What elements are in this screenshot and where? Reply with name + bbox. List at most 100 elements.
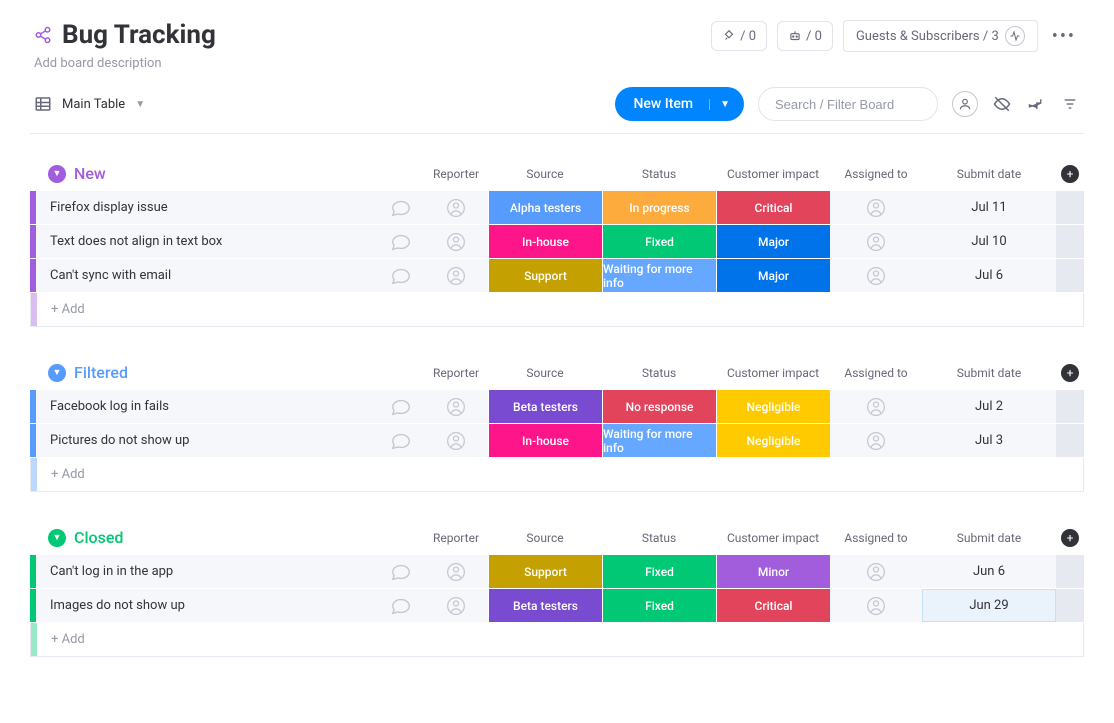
col-status[interactable]: Status: [602, 531, 716, 545]
status-cell[interactable]: Fixed: [602, 555, 716, 588]
impact-cell[interactable]: Major: [716, 225, 830, 258]
table-row[interactable]: Firefox display issue Alpha testers In p…: [30, 191, 1084, 225]
item-name[interactable]: Can't sync with email: [36, 259, 378, 292]
integration-pill-a[interactable]: / 0: [711, 21, 767, 51]
source-cell[interactable]: Beta testers: [488, 390, 602, 423]
item-name[interactable]: Firefox display issue: [36, 191, 378, 224]
status-cell[interactable]: Waiting for more info: [602, 424, 716, 457]
assigned-cell[interactable]: [830, 390, 922, 423]
table-row[interactable]: Facebook log in fails Beta testers No re…: [30, 390, 1084, 424]
add-row-label[interactable]: + Add: [37, 458, 1083, 491]
chat-icon[interactable]: [378, 424, 424, 457]
col-reporter[interactable]: Reporter: [424, 531, 488, 545]
reporter-cell[interactable]: [424, 390, 488, 423]
assigned-cell[interactable]: [830, 424, 922, 457]
filter-icon[interactable]: [1060, 94, 1080, 114]
chat-icon[interactable]: [378, 390, 424, 423]
table-row[interactable]: Pictures do not show up In-house Waiting…: [30, 424, 1084, 458]
col-reporter[interactable]: Reporter: [424, 167, 488, 181]
group-toggle[interactable]: ▼ New: [48, 164, 106, 183]
source-cell[interactable]: In-house: [488, 424, 602, 457]
impact-cell[interactable]: Critical: [716, 191, 830, 224]
more-menu-button[interactable]: •••: [1048, 26, 1080, 47]
group-toggle[interactable]: ▼ Closed: [48, 528, 123, 547]
col-assigned[interactable]: Assigned to: [830, 366, 922, 380]
status-cell[interactable]: Fixed: [602, 589, 716, 622]
reporter-cell[interactable]: [424, 259, 488, 292]
table-row[interactable]: Can't log in in the app Support Fixed Mi…: [30, 555, 1084, 589]
hide-icon[interactable]: [992, 94, 1012, 114]
search-input[interactable]: [758, 87, 938, 121]
add-row[interactable]: + Add: [30, 293, 1084, 327]
item-name[interactable]: Images do not show up: [36, 589, 378, 622]
col-source[interactable]: Source: [488, 366, 602, 380]
col-submitdate[interactable]: Submit date: [922, 531, 1056, 545]
item-name[interactable]: Facebook log in fails: [36, 390, 378, 423]
submitdate-cell[interactable]: Jun 6: [922, 555, 1056, 588]
submitdate-cell[interactable]: Jul 11: [922, 191, 1056, 224]
status-cell[interactable]: In progress: [602, 191, 716, 224]
reporter-cell[interactable]: [424, 191, 488, 224]
add-row[interactable]: + Add: [30, 623, 1084, 657]
col-assigned[interactable]: Assigned to: [830, 531, 922, 545]
col-impact[interactable]: Customer impact: [716, 531, 830, 545]
col-source[interactable]: Source: [488, 167, 602, 181]
reporter-cell[interactable]: [424, 589, 488, 622]
submitdate-cell[interactable]: Jul 6: [922, 259, 1056, 292]
assigned-cell[interactable]: [830, 555, 922, 588]
status-cell[interactable]: Waiting for more info: [602, 259, 716, 292]
view-switcher[interactable]: Main Table ▼: [34, 95, 145, 113]
table-row[interactable]: Images do not show up Beta testers Fixed…: [30, 589, 1084, 623]
col-impact[interactable]: Customer impact: [716, 167, 830, 181]
new-item-dropdown-icon[interactable]: ▼: [709, 99, 744, 110]
source-cell[interactable]: Support: [488, 259, 602, 292]
reporter-cell[interactable]: [424, 555, 488, 588]
item-name[interactable]: Can't log in in the app: [36, 555, 378, 588]
integration-pill-b[interactable]: / 0: [777, 21, 833, 51]
col-reporter[interactable]: Reporter: [424, 366, 488, 380]
chat-icon[interactable]: [378, 225, 424, 258]
col-source[interactable]: Source: [488, 531, 602, 545]
impact-cell[interactable]: Minor: [716, 555, 830, 588]
chat-icon[interactable]: [378, 555, 424, 588]
col-status[interactable]: Status: [602, 167, 716, 181]
reporter-cell[interactable]: [424, 225, 488, 258]
add-row-label[interactable]: + Add: [37, 623, 1083, 656]
group-name[interactable]: Closed: [74, 528, 123, 547]
chat-icon[interactable]: [378, 589, 424, 622]
source-cell[interactable]: In-house: [488, 225, 602, 258]
status-cell[interactable]: Fixed: [602, 225, 716, 258]
assigned-cell[interactable]: [830, 259, 922, 292]
group-name[interactable]: New: [74, 164, 106, 183]
impact-cell[interactable]: Major: [716, 259, 830, 292]
share-icon[interactable]: [34, 26, 52, 44]
col-impact[interactable]: Customer impact: [716, 366, 830, 380]
source-cell[interactable]: Alpha testers: [488, 191, 602, 224]
source-cell[interactable]: Beta testers: [488, 589, 602, 622]
impact-cell[interactable]: Critical: [716, 589, 830, 622]
group-name[interactable]: Filtered: [74, 363, 128, 382]
reporter-cell[interactable]: [424, 424, 488, 457]
submitdate-cell[interactable]: Jul 2: [922, 390, 1056, 423]
new-item-button[interactable]: New Item ▼: [615, 87, 744, 121]
impact-cell[interactable]: Negligible: [716, 424, 830, 457]
col-submitdate[interactable]: Submit date: [922, 167, 1056, 181]
status-cell[interactable]: No response: [602, 390, 716, 423]
item-name[interactable]: Pictures do not show up: [36, 424, 378, 457]
add-row-label[interactable]: + Add: [37, 293, 1083, 326]
source-cell[interactable]: Support: [488, 555, 602, 588]
group-toggle[interactable]: ▼ Filtered: [48, 363, 128, 382]
item-name[interactable]: Text does not align in text box: [36, 225, 378, 258]
col-assigned[interactable]: Assigned to: [830, 167, 922, 181]
impact-cell[interactable]: Negligible: [716, 390, 830, 423]
board-title[interactable]: Bug Tracking: [62, 20, 216, 50]
chat-icon[interactable]: [378, 191, 424, 224]
person-filter-icon[interactable]: [952, 91, 978, 117]
submitdate-cell[interactable]: Jul 10: [922, 225, 1056, 258]
assigned-cell[interactable]: [830, 225, 922, 258]
assigned-cell[interactable]: [830, 191, 922, 224]
guests-subscribers-button[interactable]: Guests & Subscribers / 3: [843, 20, 1038, 52]
add-column-button[interactable]: +: [1061, 165, 1079, 183]
col-submitdate[interactable]: Submit date: [922, 366, 1056, 380]
pin-icon[interactable]: [1026, 94, 1046, 114]
